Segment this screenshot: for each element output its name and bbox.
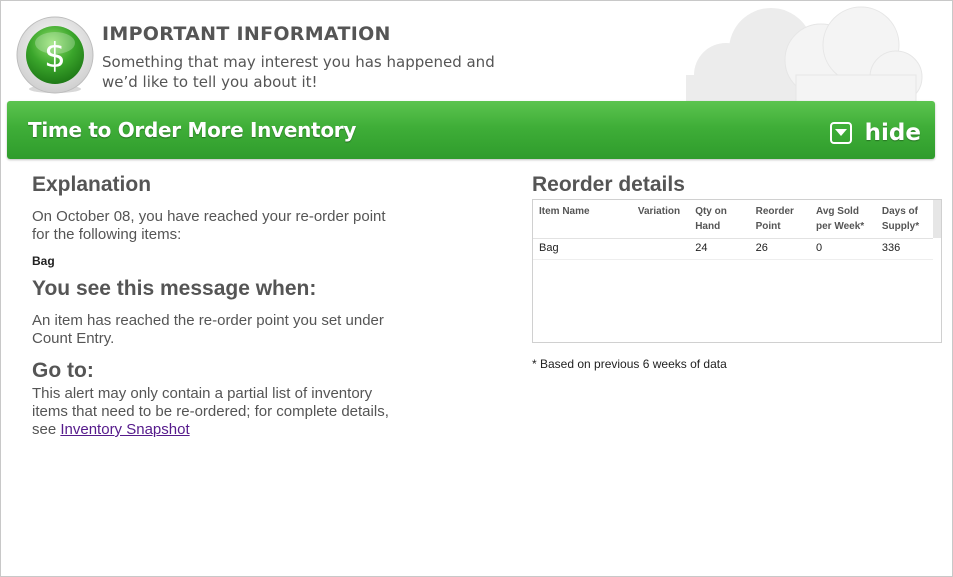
- cell-reorder-point: 26: [749, 238, 810, 260]
- reorder-item-name: Bag: [32, 254, 55, 268]
- column-header-variation: Variation: [631, 200, 690, 239]
- alert-dialog: $ IMPORTANT INFORMATION Something that m…: [0, 0, 953, 577]
- column-header-reorder-point: Reorder Point: [749, 200, 810, 239]
- dollar-icon: $: [15, 15, 95, 95]
- cloud-illustration: [656, 5, 926, 107]
- collapse-down-icon: [829, 122, 852, 144]
- goto-text: This alert may only contain a partial li…: [32, 385, 392, 439]
- column-header-qty-on-hand: Qty on Hand: [689, 200, 750, 239]
- reorder-table-container: Item Name Variation Qty on Hand Reorder …: [532, 199, 942, 343]
- column-header-days-of-supply: Days of Supply*: [875, 200, 933, 239]
- cell-avg-sold: 0: [809, 238, 876, 260]
- column-header-avg-sold: Avg Sold per Week*: [809, 200, 876, 239]
- table-header-row: Item Name Variation Qty on Hand Reorder …: [533, 200, 933, 239]
- explanation-panel: Explanation On October 08, you have reac…: [32, 173, 392, 439]
- table-row: Bag 24 26 0 336: [533, 238, 933, 260]
- banner-title: Time to Order More Inventory: [28, 118, 357, 142]
- cell-qty-on-hand: 24: [689, 238, 750, 260]
- page-subtitle: Something that may interest you has happ…: [102, 53, 495, 91]
- reorder-heading: Reorder details: [532, 173, 685, 196]
- cell-days-of-supply: 336: [875, 238, 933, 260]
- cell-item-name: Bag: [533, 238, 632, 260]
- column-header-item-name: Item Name: [533, 200, 632, 239]
- inventory-snapshot-link[interactable]: Inventory Snapshot: [60, 421, 189, 438]
- explanation-heading: Explanation: [32, 173, 152, 196]
- hide-label: hide: [864, 120, 921, 146]
- alert-banner: Time to Order More Inventory hide: [7, 101, 935, 159]
- hide-button[interactable]: hide: [829, 119, 921, 147]
- footnote: * Based on previous 6 weeks of data: [532, 357, 727, 371]
- svg-text:$: $: [44, 36, 66, 76]
- reorder-panel: Reorder details Item Name Variation Qty …: [532, 173, 942, 371]
- page-title: IMPORTANT INFORMATION: [102, 23, 391, 45]
- table-scrollbar[interactable]: [933, 200, 941, 238]
- when-text: An item has reached the re-order point y…: [32, 312, 384, 347]
- goto-heading: Go to:: [32, 359, 94, 382]
- explanation-text: On October 08, you have reached your re-…: [32, 208, 386, 243]
- when-heading: You see this message when:: [32, 277, 317, 300]
- reorder-table: Item Name Variation Qty on Hand Reorder …: [533, 200, 933, 260]
- cell-variation: [631, 238, 690, 260]
